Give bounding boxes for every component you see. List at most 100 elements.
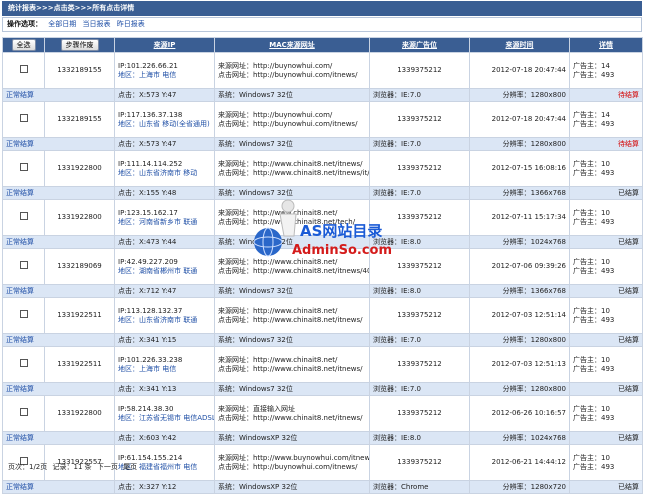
time-cell: 2012-07-06 09:39:26 <box>469 248 570 285</box>
advertiser-id-2: 广告主：493 <box>573 70 615 79</box>
row-checkbox[interactable] <box>19 261 28 269</box>
row-select-cell <box>2 52 45 89</box>
resolution-info: 分辨率：1024x768 <box>469 235 570 249</box>
table-row: 1331922511 IP:113.128.132.37 地区：山东省济南市 联通来… <box>2 297 643 334</box>
table-row-info: 正常结算 点击：X:573 Y:47 系统：Windows7 32位 浏览器：IE:7… <box>2 88 643 102</box>
url-cell: 来源网址：http://buynowhui.com/点击网址：http://bu… <box>214 101 370 138</box>
table-row-info: 正常结算 点击：X:712 Y:47 系统：Windows7 32位 浏览器：IE:8… <box>2 284 643 298</box>
url-cell: 来源网址：直接输入网址 点击网址：http://www.chinait8.net/… <box>214 395 370 432</box>
settlement-status[interactable]: 正常结算 <box>2 382 115 396</box>
state-badge: 已结算 <box>569 431 643 445</box>
settlement-status[interactable]: 正常结算 <box>2 88 115 102</box>
link-yesterday-report[interactable]: 昨日报表 <box>117 20 145 28</box>
advertiser-id-2: 广告主：493 <box>573 266 615 275</box>
time-cell: 2012-06-26 10:16:57 <box>469 395 570 432</box>
click-position: 点击：X:327 Y:12 <box>114 480 215 494</box>
settlement-status[interactable]: 正常结算 <box>2 480 115 494</box>
settlement-status[interactable]: 正常结算 <box>2 137 115 151</box>
ip-text: IP:117.136.37.138 <box>118 110 183 119</box>
browser-info: 浏览器：IE:7.0 <box>369 382 470 396</box>
browser-info: 浏览器：IE:8.0 <box>369 284 470 298</box>
next-page-link[interactable]: 下一页 <box>97 463 118 471</box>
link-today-report[interactable]: 当日报表 <box>82 20 110 28</box>
time-cell: 2012-07-03 12:51:14 <box>469 297 570 334</box>
click-position: 点击：X:573 Y:47 <box>114 88 215 102</box>
resolution-info: 分辨率：1366x768 <box>469 284 570 298</box>
detail-cell: 广告主：10 广告主：493 <box>569 346 643 383</box>
advertiser-id: 广告主：10 <box>573 404 610 413</box>
col-header-source-url[interactable]: MAC来源网址 <box>214 37 370 53</box>
batch-cell: 步骤作废 <box>44 37 115 53</box>
ad-slot-cell: 1339375212 <box>369 150 470 187</box>
advertiser-id: 广告主：10 <box>573 355 610 364</box>
region-text: 地区：湖南省郴州市 联通 <box>118 266 198 275</box>
ops-label: 操作选项： <box>7 20 42 28</box>
advertiser-id-2: 广告主：493 <box>573 413 615 422</box>
click-url-text: 点击网址：http://buynowhui.com/itnews/ <box>218 70 358 79</box>
uid-cell: 1331922800 <box>44 199 115 236</box>
batch-void-button[interactable]: 步骤作废 <box>60 39 99 51</box>
source-url-text: 来源网址：直接输入网址 <box>218 404 295 413</box>
time-cell: 2012-07-18 20:47:44 <box>469 52 570 89</box>
advertiser-id-2: 广告主：493 <box>573 119 615 128</box>
click-url-text: 点击网址：http://www.chinait8.net/itnews/ <box>218 364 363 373</box>
settlement-status[interactable]: 正常结算 <box>2 235 115 249</box>
table-header-row: 全选 步骤作废 来源IP MAC来源网址 来源广告位 来源时间 详情 <box>2 37 643 53</box>
ip-cell: IP:117.136.37.138 地区：山东省 移动(全省通用) <box>114 101 215 138</box>
table-row-info: 正常结算 点击：X:573 Y:47 系统：Windows7 32位 浏览器：IE:7… <box>2 137 643 151</box>
state-badge: 待结算 <box>569 137 643 151</box>
col-header-ad-slot[interactable]: 来源广告位 <box>369 37 470 53</box>
resolution-info: 分辨率：1024x768 <box>469 431 570 445</box>
detail-cell: 广告主：10 广告主：493 <box>569 199 643 236</box>
region-text: 地区：山东省济南市 移动 <box>118 168 198 177</box>
resolution-info: 分辨率：1280x720 <box>469 480 570 494</box>
page-title: 统计报表>>>点击类>>>所有点击详情 <box>2 1 642 16</box>
click-position: 点击：X:341 Y:13 <box>114 382 215 396</box>
select-all-button[interactable]: 全选 <box>11 39 36 51</box>
detail-cell: 广告主：10 广告主：493 <box>569 150 643 187</box>
browser-info: 浏览器：Chrome <box>369 480 470 494</box>
state-badge: 已结算 <box>569 333 643 347</box>
table-row-info: 正常结算 点击：X:327 Y:12 系统：WindowsXP 32位 浏览器：Chr… <box>2 480 643 494</box>
row-checkbox[interactable] <box>19 114 28 122</box>
last-page-link[interactable]: 尾页 <box>123 463 137 471</box>
os-info: 系统：Windows7 32位 <box>214 284 370 298</box>
row-checkbox[interactable] <box>19 359 28 367</box>
click-position: 点击：X:473 Y:44 <box>114 235 215 249</box>
row-checkbox[interactable] <box>19 163 28 171</box>
settlement-status[interactable]: 正常结算 <box>2 431 115 445</box>
click-position: 点击：X:573 Y:47 <box>114 137 215 151</box>
resolution-info: 分辨率：1366x768 <box>469 186 570 200</box>
settlement-status[interactable]: 正常结算 <box>2 186 115 200</box>
col-header-details[interactable]: 详情 <box>569 37 643 53</box>
table-row: 1332189155 IP:101.226.66.21 地区：上海市 电信 来源网址：… <box>2 52 643 89</box>
ad-slot-cell: 1339375212 <box>369 297 470 334</box>
record-count: 记录：11 条 <box>52 463 92 471</box>
link-all-dates[interactable]: 全部日期 <box>48 20 76 28</box>
region-text: 地区：山东省济南市 联通 <box>118 315 198 324</box>
time-cell: 2012-07-11 15:17:34 <box>469 199 570 236</box>
detail-cell: 广告主：10 广告主：493 <box>569 297 643 334</box>
row-checkbox[interactable] <box>19 408 28 416</box>
advertiser-id: 广告主：10 <box>573 208 610 217</box>
table-row-info: 正常结算 点击：X:341 Y:15 系统：Windows7 32位 浏览器：IE:7… <box>2 333 643 347</box>
col-header-source-ip[interactable]: 来源IP <box>114 37 215 53</box>
state-badge: 已结算 <box>569 382 643 396</box>
col-header-time[interactable]: 来源时间 <box>469 37 570 53</box>
advertiser-id: 广告主：10 <box>573 257 610 266</box>
watermark-logo: AS网站目录 AdminSo.com <box>250 196 400 266</box>
region-text: 地区：江苏省无锡市 电信ADSL <box>118 413 215 422</box>
os-info: 系统：Windows7 32位 <box>214 137 370 151</box>
pagination: 页次：1/2页 记录：11 条 下一页 尾页 <box>2 461 642 473</box>
os-info: 系统：WindowsXP 32位 <box>214 480 370 494</box>
row-checkbox[interactable] <box>19 65 28 73</box>
row-checkbox[interactable] <box>19 212 28 220</box>
uid-cell: 1331922800 <box>44 150 115 187</box>
resolution-info: 分辨率：1280x800 <box>469 137 570 151</box>
settlement-status[interactable]: 正常结算 <box>2 333 115 347</box>
row-checkbox[interactable] <box>19 310 28 318</box>
ip-cell: IP:101.226.66.21 地区：上海市 电信 <box>114 52 215 89</box>
region-text: 地区：山东省 移动(全省通用) <box>118 119 210 128</box>
settlement-status[interactable]: 正常结算 <box>2 284 115 298</box>
os-info: 系统：Windows7 32位 <box>214 333 370 347</box>
